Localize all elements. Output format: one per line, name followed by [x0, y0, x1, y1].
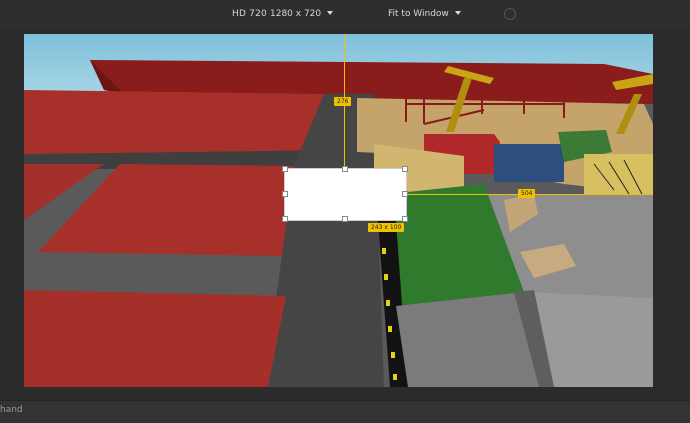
resize-handle-middle-right[interactable]: [402, 191, 408, 197]
resize-handle-middle-left[interactable]: [282, 191, 288, 197]
zoom-mode-label: Fit to Window: [388, 9, 449, 19]
resolution-size-dropdown[interactable]: 1280 x 720: [270, 9, 334, 19]
preview-toolbar: HD 720 1280 x 720 Fit to Window: [0, 0, 690, 28]
command-bar-label: hand: [0, 405, 23, 415]
guide-vertical-label: 276: [334, 97, 352, 106]
resolution-preset-dropdown[interactable]: HD 720: [232, 9, 267, 19]
chevron-down-icon: [327, 10, 334, 15]
red-block-top: [24, 90, 324, 154]
red-block-bottom: [24, 290, 286, 387]
resolution-size-label: 1280 x 720: [270, 9, 322, 19]
resize-handle-bottom-middle[interactable]: [342, 216, 348, 222]
resize-handle-bottom-left[interactable]: [282, 216, 288, 222]
command-bar[interactable]: hand: [0, 400, 690, 423]
selected-frame[interactable]: [284, 168, 407, 221]
chevron-down-icon: [454, 10, 461, 15]
resize-handle-bottom-right[interactable]: [402, 216, 408, 222]
resize-handle-top-right[interactable]: [402, 166, 408, 172]
resize-handle-top-left[interactable]: [282, 166, 288, 172]
game-viewport[interactable]: 276 504 243 x 100: [24, 34, 653, 387]
loading-spinner-icon: [504, 8, 516, 20]
zoom-mode-dropdown[interactable]: Fit to Window: [388, 9, 461, 19]
guide-horizontal-label: 504: [518, 189, 536, 198]
resolution-preset-label: HD 720: [232, 9, 267, 19]
container-blue: [494, 144, 564, 182]
resize-handle-top-middle[interactable]: [342, 166, 348, 172]
selection-size-label: 243 x 100: [368, 223, 405, 232]
